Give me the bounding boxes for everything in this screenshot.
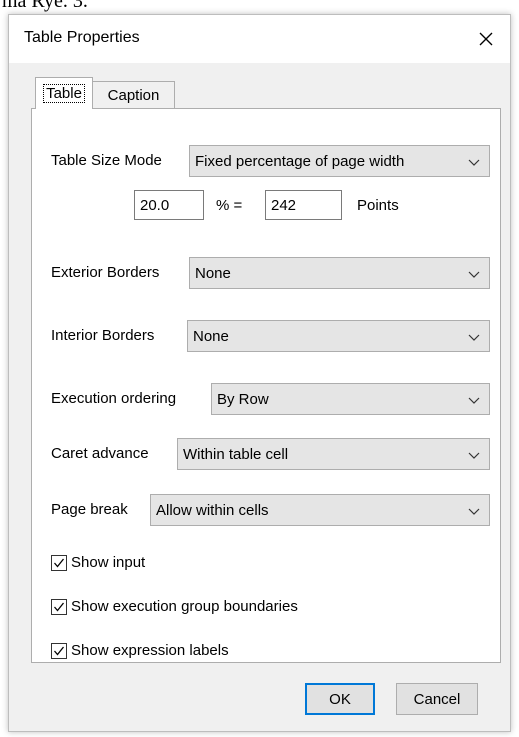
- execution-ordering-value: By Row: [217, 390, 269, 408]
- exterior-borders-label: Exterior Borders: [51, 264, 160, 281]
- execution-ordering-dropdown[interactable]: By Row: [211, 383, 490, 415]
- show-expression-labels-checkbox[interactable]: Show expression labels: [51, 642, 229, 659]
- exterior-borders-dropdown[interactable]: None: [189, 257, 490, 289]
- chevron-down-icon: [468, 508, 480, 515]
- chevron-down-icon: [468, 452, 480, 459]
- chevron-down-icon: [468, 334, 480, 341]
- close-icon: [479, 32, 493, 46]
- page-break-label: Page break: [51, 501, 128, 518]
- ok-button[interactable]: OK: [305, 683, 375, 715]
- caret-advance-dropdown[interactable]: Within table cell: [177, 438, 490, 470]
- table-properties-dialog: Table Properties Table Caption Table Siz…: [8, 14, 511, 732]
- percent-equals-label: % =: [216, 197, 243, 214]
- chevron-down-icon: [468, 397, 480, 404]
- points-value: 242: [271, 196, 297, 214]
- ok-button-label: OK: [329, 690, 351, 708]
- checkmark-icon: [54, 558, 65, 568]
- show-input-label: Show input: [71, 554, 146, 571]
- checkmark-icon: [54, 602, 65, 612]
- show-execution-group-boundaries-label: Show execution group boundaries: [71, 598, 298, 615]
- table-size-mode-value: Fixed percentage of page width: [195, 152, 405, 170]
- interior-borders-dropdown[interactable]: None: [187, 320, 490, 352]
- interior-borders-value: None: [193, 327, 229, 345]
- tab-caption-label: Caption: [107, 87, 160, 104]
- points-label: Points: [357, 197, 399, 214]
- close-button[interactable]: [466, 21, 506, 57]
- background-document-text: ma Rye. 3.: [2, 0, 88, 12]
- caret-advance-value: Within table cell: [183, 445, 289, 463]
- table-size-mode-dropdown[interactable]: Fixed percentage of page width: [189, 145, 490, 177]
- percent-value: 20.0: [140, 196, 170, 214]
- cancel-button-label: Cancel: [413, 690, 461, 708]
- checkbox-box: [51, 642, 67, 659]
- dialog-title: Table Properties: [24, 29, 140, 46]
- interior-borders-label: Interior Borders: [51, 327, 155, 344]
- page-break-value: Allow within cells: [156, 501, 269, 519]
- chevron-down-icon: [468, 159, 480, 166]
- chevron-down-icon: [468, 271, 480, 278]
- table-tab-panel: Table Size Mode Fixed percentage of page…: [31, 108, 501, 663]
- execution-ordering-label: Execution ordering: [51, 390, 177, 407]
- caret-advance-label: Caret advance: [51, 445, 149, 462]
- tab-table[interactable]: Table: [35, 77, 93, 109]
- tab-caption[interactable]: Caption: [93, 81, 175, 109]
- show-execution-group-boundaries-checkbox[interactable]: Show execution group boundaries: [51, 598, 298, 615]
- page-break-dropdown[interactable]: Allow within cells: [150, 494, 490, 526]
- cancel-button[interactable]: Cancel: [396, 683, 478, 715]
- show-input-checkbox[interactable]: Show input: [51, 554, 145, 571]
- show-expression-labels-label: Show expression labels: [71, 642, 229, 659]
- title-bar: Table Properties: [9, 15, 510, 63]
- percent-input[interactable]: 20.0: [134, 190, 204, 220]
- checkbox-box: [51, 554, 67, 571]
- table-size-mode-label: Table Size Mode: [51, 152, 162, 169]
- exterior-borders-value: None: [195, 264, 231, 282]
- points-input[interactable]: 242: [265, 190, 342, 220]
- checkmark-icon: [54, 646, 65, 656]
- checkbox-box: [51, 598, 67, 615]
- tab-table-label: Table: [43, 84, 85, 103]
